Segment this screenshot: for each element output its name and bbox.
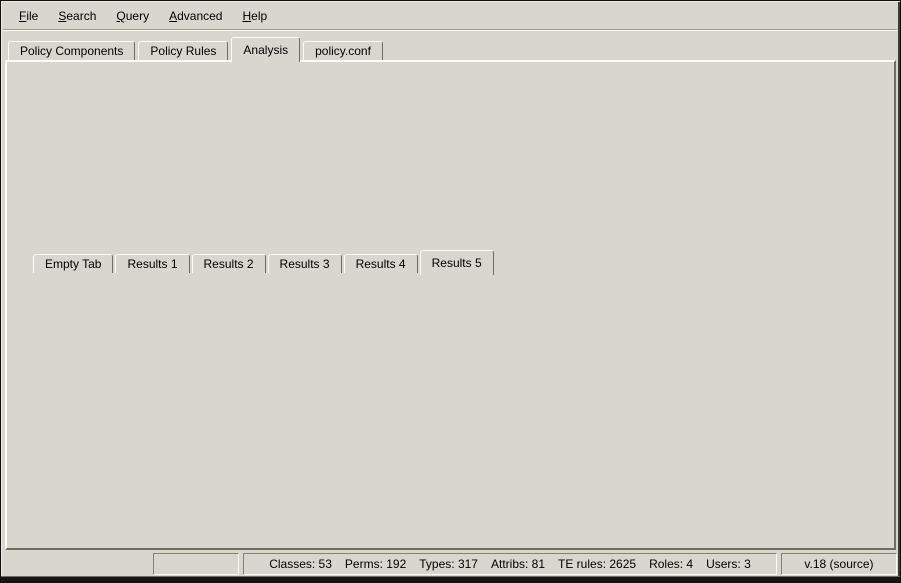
status-stat: Attribs: 81 xyxy=(491,557,545,571)
notebook-page xyxy=(5,60,896,550)
tab-policy-rules[interactable]: Policy Rules xyxy=(138,41,228,60)
status-stat: Types: 317 xyxy=(419,557,478,571)
menu-search[interactable]: Search xyxy=(48,6,106,26)
results-tab-results-3[interactable]: Results 3 xyxy=(268,254,342,273)
tab-analysis[interactable]: Analysis xyxy=(231,37,300,62)
results-tab-results-4[interactable]: Results 4 xyxy=(344,254,418,273)
status-stat: Perms: 192 xyxy=(345,557,406,571)
results-tab-results-5[interactable]: Results 5 xyxy=(420,250,494,275)
apol-window: FileSearchQueryAdvancedHelp Policy Compo… xyxy=(0,0,901,583)
window-bottom-edge xyxy=(1,576,900,582)
results-tab-empty-tab[interactable]: Empty Tab xyxy=(33,254,113,273)
menu-advanced[interactable]: Advanced xyxy=(159,6,232,26)
status-stat: TE rules: 2625 xyxy=(558,557,636,571)
menubar-separator xyxy=(3,29,897,31)
status-stats: Classes: 53 Perms: 192 Types: 317 Attribs: … xyxy=(269,557,751,571)
results-tab-bar: Empty TabResults 1Results 2Results 3Resu… xyxy=(33,250,496,275)
policy-version: v.18 (source) xyxy=(804,557,873,571)
results-tab-results-1[interactable]: Results 1 xyxy=(115,254,189,273)
status-stat: Roles: 4 xyxy=(649,557,693,571)
status-segment-stats: Classes: 53 Perms: 192 Types: 317 Attribs: … xyxy=(243,553,777,575)
results-tab-results-2[interactable]: Results 2 xyxy=(192,254,266,273)
tab-policy-conf[interactable]: policy.conf xyxy=(303,41,383,60)
status-segment-version: v.18 (source) xyxy=(781,553,897,575)
menubar: FileSearchQueryAdvancedHelp xyxy=(3,3,897,29)
menu-help[interactable]: Help xyxy=(232,6,277,26)
tab-policy-components[interactable]: Policy Components xyxy=(8,41,135,60)
status-segment-empty xyxy=(153,553,239,575)
menu-query[interactable]: Query xyxy=(106,6,159,26)
main-tab-bar: Policy ComponentsPolicy RulesAnalysispol… xyxy=(8,37,386,62)
status-stat: Users: 3 xyxy=(706,557,751,571)
status-stat: Classes: 53 xyxy=(269,557,332,571)
menu-file[interactable]: File xyxy=(9,6,48,26)
